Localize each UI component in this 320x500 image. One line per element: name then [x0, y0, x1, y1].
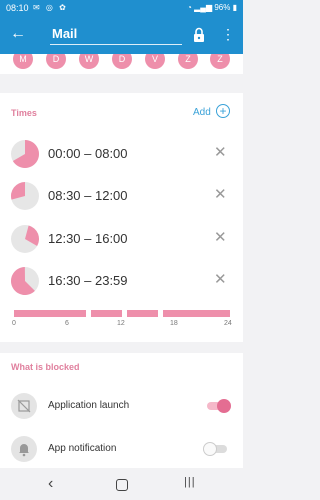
time-row[interactable]: 00:00 – 08:00 ✕: [0, 135, 243, 175]
delete-icon[interactable]: ✕: [214, 229, 227, 247]
toggle-knob: [203, 442, 217, 456]
clock-pie-icon: [11, 225, 39, 253]
timeline-tick: 12: [117, 320, 125, 327]
time-range-label: 08:30 – 12:00: [48, 188, 128, 203]
nav-back-icon[interactable]: ‹: [48, 475, 53, 493]
bell-icon: [11, 436, 37, 462]
day-chip-6[interactable]: Z: [178, 54, 198, 69]
app-launch-icon: [11, 393, 37, 419]
delete-icon[interactable]: ✕: [214, 144, 227, 162]
battery-percent: 96%: [214, 3, 231, 12]
day-timeline: [14, 310, 230, 317]
day-selector: M D W D V Z Z: [0, 54, 243, 74]
day-chip-1[interactable]: M: [13, 54, 33, 69]
day-chip-2[interactable]: D: [46, 54, 66, 69]
lock-icon[interactable]: [193, 27, 205, 43]
times-card: Times Add + 00:00 – 08:00 ✕ 08:30 – 12:0…: [0, 93, 243, 342]
title-underline: [50, 44, 182, 45]
delete-icon[interactable]: ✕: [214, 186, 227, 204]
day-chip-7[interactable]: Z: [210, 54, 230, 69]
blocked-section-title: What is blocked: [11, 362, 80, 372]
timeline-segment: [126, 310, 158, 317]
wifi-icon: ◔: [187, 3, 192, 12]
timeline-tick: 0: [12, 320, 16, 327]
timeline-segment: [90, 310, 122, 317]
blocked-item-label: App notification: [48, 443, 117, 454]
day-chip-5[interactable]: V: [145, 54, 165, 69]
more-options-icon[interactable]: ⋮: [221, 25, 235, 43]
system-nav-bar: ‹ |||: [0, 468, 243, 500]
timeline-segment: [14, 310, 86, 317]
day-chip-4[interactable]: D: [112, 54, 132, 69]
app-bar: ← Mail ⋮: [0, 16, 243, 54]
clock-pie-icon: [11, 140, 39, 168]
status-right: ◔ ▂▄▆ 96% ▮: [187, 3, 237, 12]
notification-icons: ✉ ◎ ✿: [33, 3, 68, 12]
time-row[interactable]: 08:30 – 12:00 ✕: [0, 177, 243, 217]
back-arrow-icon[interactable]: ←: [10, 25, 26, 43]
day-chip-3[interactable]: W: [79, 54, 99, 69]
time-row[interactable]: 12:30 – 16:00 ✕: [0, 220, 243, 260]
status-time: 08:10: [6, 3, 29, 13]
signal-icon: ▂▄▆: [194, 3, 213, 12]
toggle-knob: [217, 399, 231, 413]
clock-pie-icon: [11, 182, 39, 210]
time-range-label: 12:30 – 16:00: [48, 231, 128, 246]
clock-pie-icon: [11, 267, 39, 295]
nav-home-icon[interactable]: [116, 479, 128, 491]
timeline-tick: 24: [224, 320, 232, 327]
time-range-label: 16:30 – 23:59: [48, 273, 128, 288]
status-bar: 08:10 ✉ ◎ ✿ ◔ ▂▄▆ 96% ▮: [0, 0, 243, 16]
blocked-card: What is blocked Application launch App n…: [0, 353, 243, 468]
timeline-tick: 18: [170, 320, 178, 327]
page-title[interactable]: Mail: [52, 26, 77, 41]
nav-recents-icon[interactable]: |||: [184, 476, 196, 488]
battery-icon: ▮: [232, 3, 237, 12]
blocked-item-label: Application launch: [48, 400, 130, 411]
blocked-item-launch[interactable]: Application launch: [0, 388, 243, 426]
add-circle-icon[interactable]: +: [216, 104, 230, 118]
time-row[interactable]: 16:30 – 23:59 ✕: [0, 262, 243, 302]
times-section-title: Times: [11, 108, 37, 118]
delete-icon[interactable]: ✕: [214, 271, 227, 289]
timeline-segment: [162, 310, 230, 317]
blocked-item-notification[interactable]: App notification: [0, 431, 243, 469]
add-time-button[interactable]: Add: [193, 107, 211, 118]
time-range-label: 00:00 – 08:00: [48, 146, 128, 161]
timeline-tick: 6: [65, 320, 69, 327]
